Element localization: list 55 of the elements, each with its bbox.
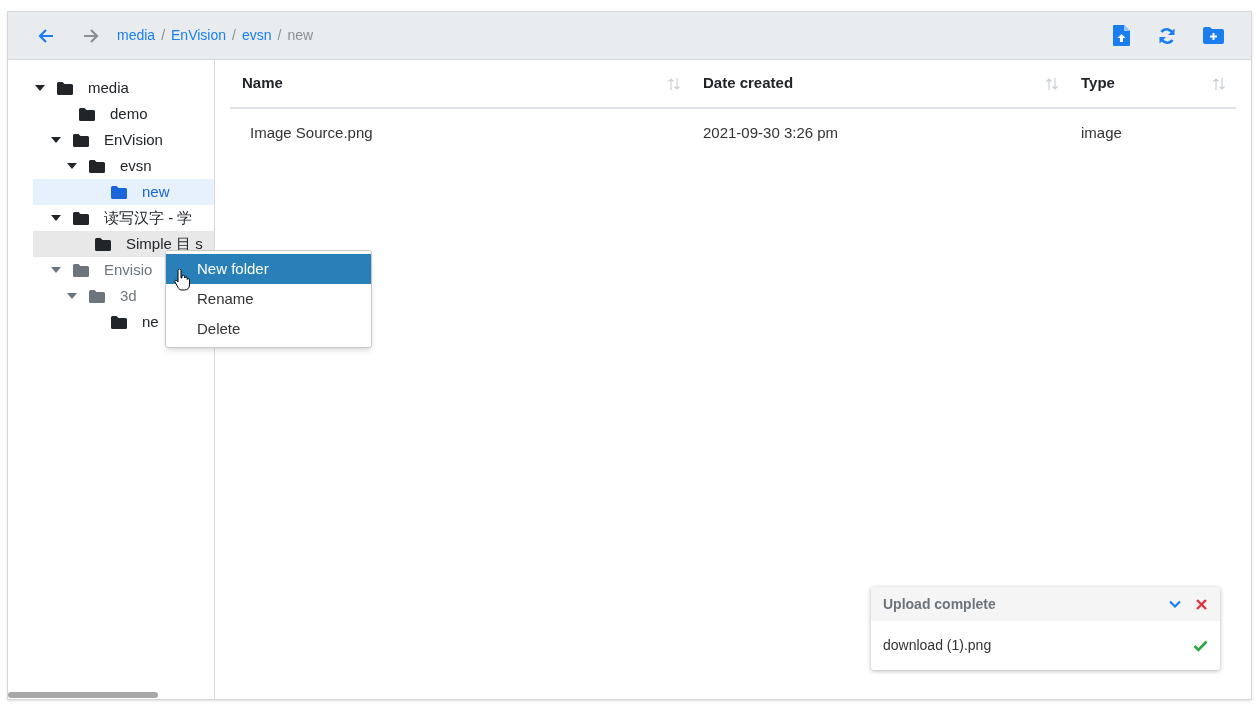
breadcrumb-current: new bbox=[287, 26, 314, 45]
column-header[interactable]: Date created bbox=[691, 60, 1069, 107]
panel-title: Upload complete bbox=[883, 594, 997, 614]
breadcrumb-separator: / bbox=[161, 26, 166, 45]
table-cell-text: 2021-09-30 3:26 pm bbox=[702, 122, 840, 143]
tree-item[interactable]: 读写汉字 - 学 bbox=[33, 205, 214, 231]
folder-icon bbox=[89, 289, 105, 303]
table-row[interactable]: Image Source.png 2021-09-30 3:26 pm image bbox=[230, 109, 1236, 157]
folder-icon bbox=[73, 263, 89, 277]
caret-down-icon bbox=[67, 293, 77, 299]
caret-down-icon bbox=[51, 267, 61, 273]
folder-icon bbox=[95, 237, 111, 251]
sort-icon bbox=[1045, 76, 1059, 91]
tree-item[interactable]: media bbox=[33, 75, 214, 101]
column-header[interactable]: Name bbox=[230, 60, 691, 107]
tree-item[interactable]: Simple 目 s bbox=[33, 231, 214, 257]
tree-item[interactable]: demo bbox=[33, 101, 214, 127]
breadcrumb-separator: / bbox=[232, 26, 236, 45]
folder-icon bbox=[111, 315, 127, 329]
refresh-icon bbox=[1158, 26, 1176, 45]
menu-item[interactable]: Delete bbox=[166, 314, 371, 344]
column-title: Name bbox=[242, 73, 283, 94]
caret-down-icon bbox=[35, 85, 45, 91]
sort-icon bbox=[667, 76, 681, 91]
sort-icon bbox=[1212, 76, 1226, 91]
breadcrumb-separator: / bbox=[277, 26, 282, 45]
back-arrow-icon bbox=[38, 28, 54, 43]
caret-down-icon bbox=[51, 215, 61, 221]
chevron-down-icon bbox=[1169, 600, 1181, 608]
folder-icon bbox=[57, 81, 73, 95]
menu-item[interactable]: Rename bbox=[166, 284, 371, 314]
tree-item[interactable]: new bbox=[33, 179, 214, 205]
folder-icon bbox=[73, 133, 89, 147]
caret-down-icon bbox=[67, 163, 77, 169]
close-icon bbox=[1195, 598, 1207, 610]
column-title: Date created bbox=[703, 73, 794, 94]
file-name: download (1).png bbox=[883, 636, 993, 655]
table-cell-text: Image Source.png bbox=[249, 122, 374, 143]
tree-item[interactable]: EnVision bbox=[33, 127, 214, 153]
file-upload-icon bbox=[1112, 25, 1130, 46]
folder-icon bbox=[73, 211, 89, 225]
folder-icon bbox=[89, 159, 105, 173]
forward-arrow-icon bbox=[83, 28, 99, 43]
column-header[interactable]: Type bbox=[1069, 60, 1236, 107]
folder-plus-icon bbox=[1202, 27, 1224, 44]
column-title: Type bbox=[1081, 73, 1115, 94]
table-cell-text: image bbox=[1080, 122, 1123, 143]
scrollbar-thumb[interactable] bbox=[8, 692, 158, 698]
close-button[interactable] bbox=[1194, 597, 1208, 611]
tree-item[interactable]: evsn bbox=[33, 153, 214, 179]
folder-icon bbox=[111, 185, 127, 199]
caret-down-icon bbox=[51, 137, 61, 143]
menu-item[interactable]: New folder bbox=[166, 254, 371, 284]
hand-cursor-icon bbox=[174, 269, 190, 291]
folder-icon bbox=[79, 107, 95, 121]
